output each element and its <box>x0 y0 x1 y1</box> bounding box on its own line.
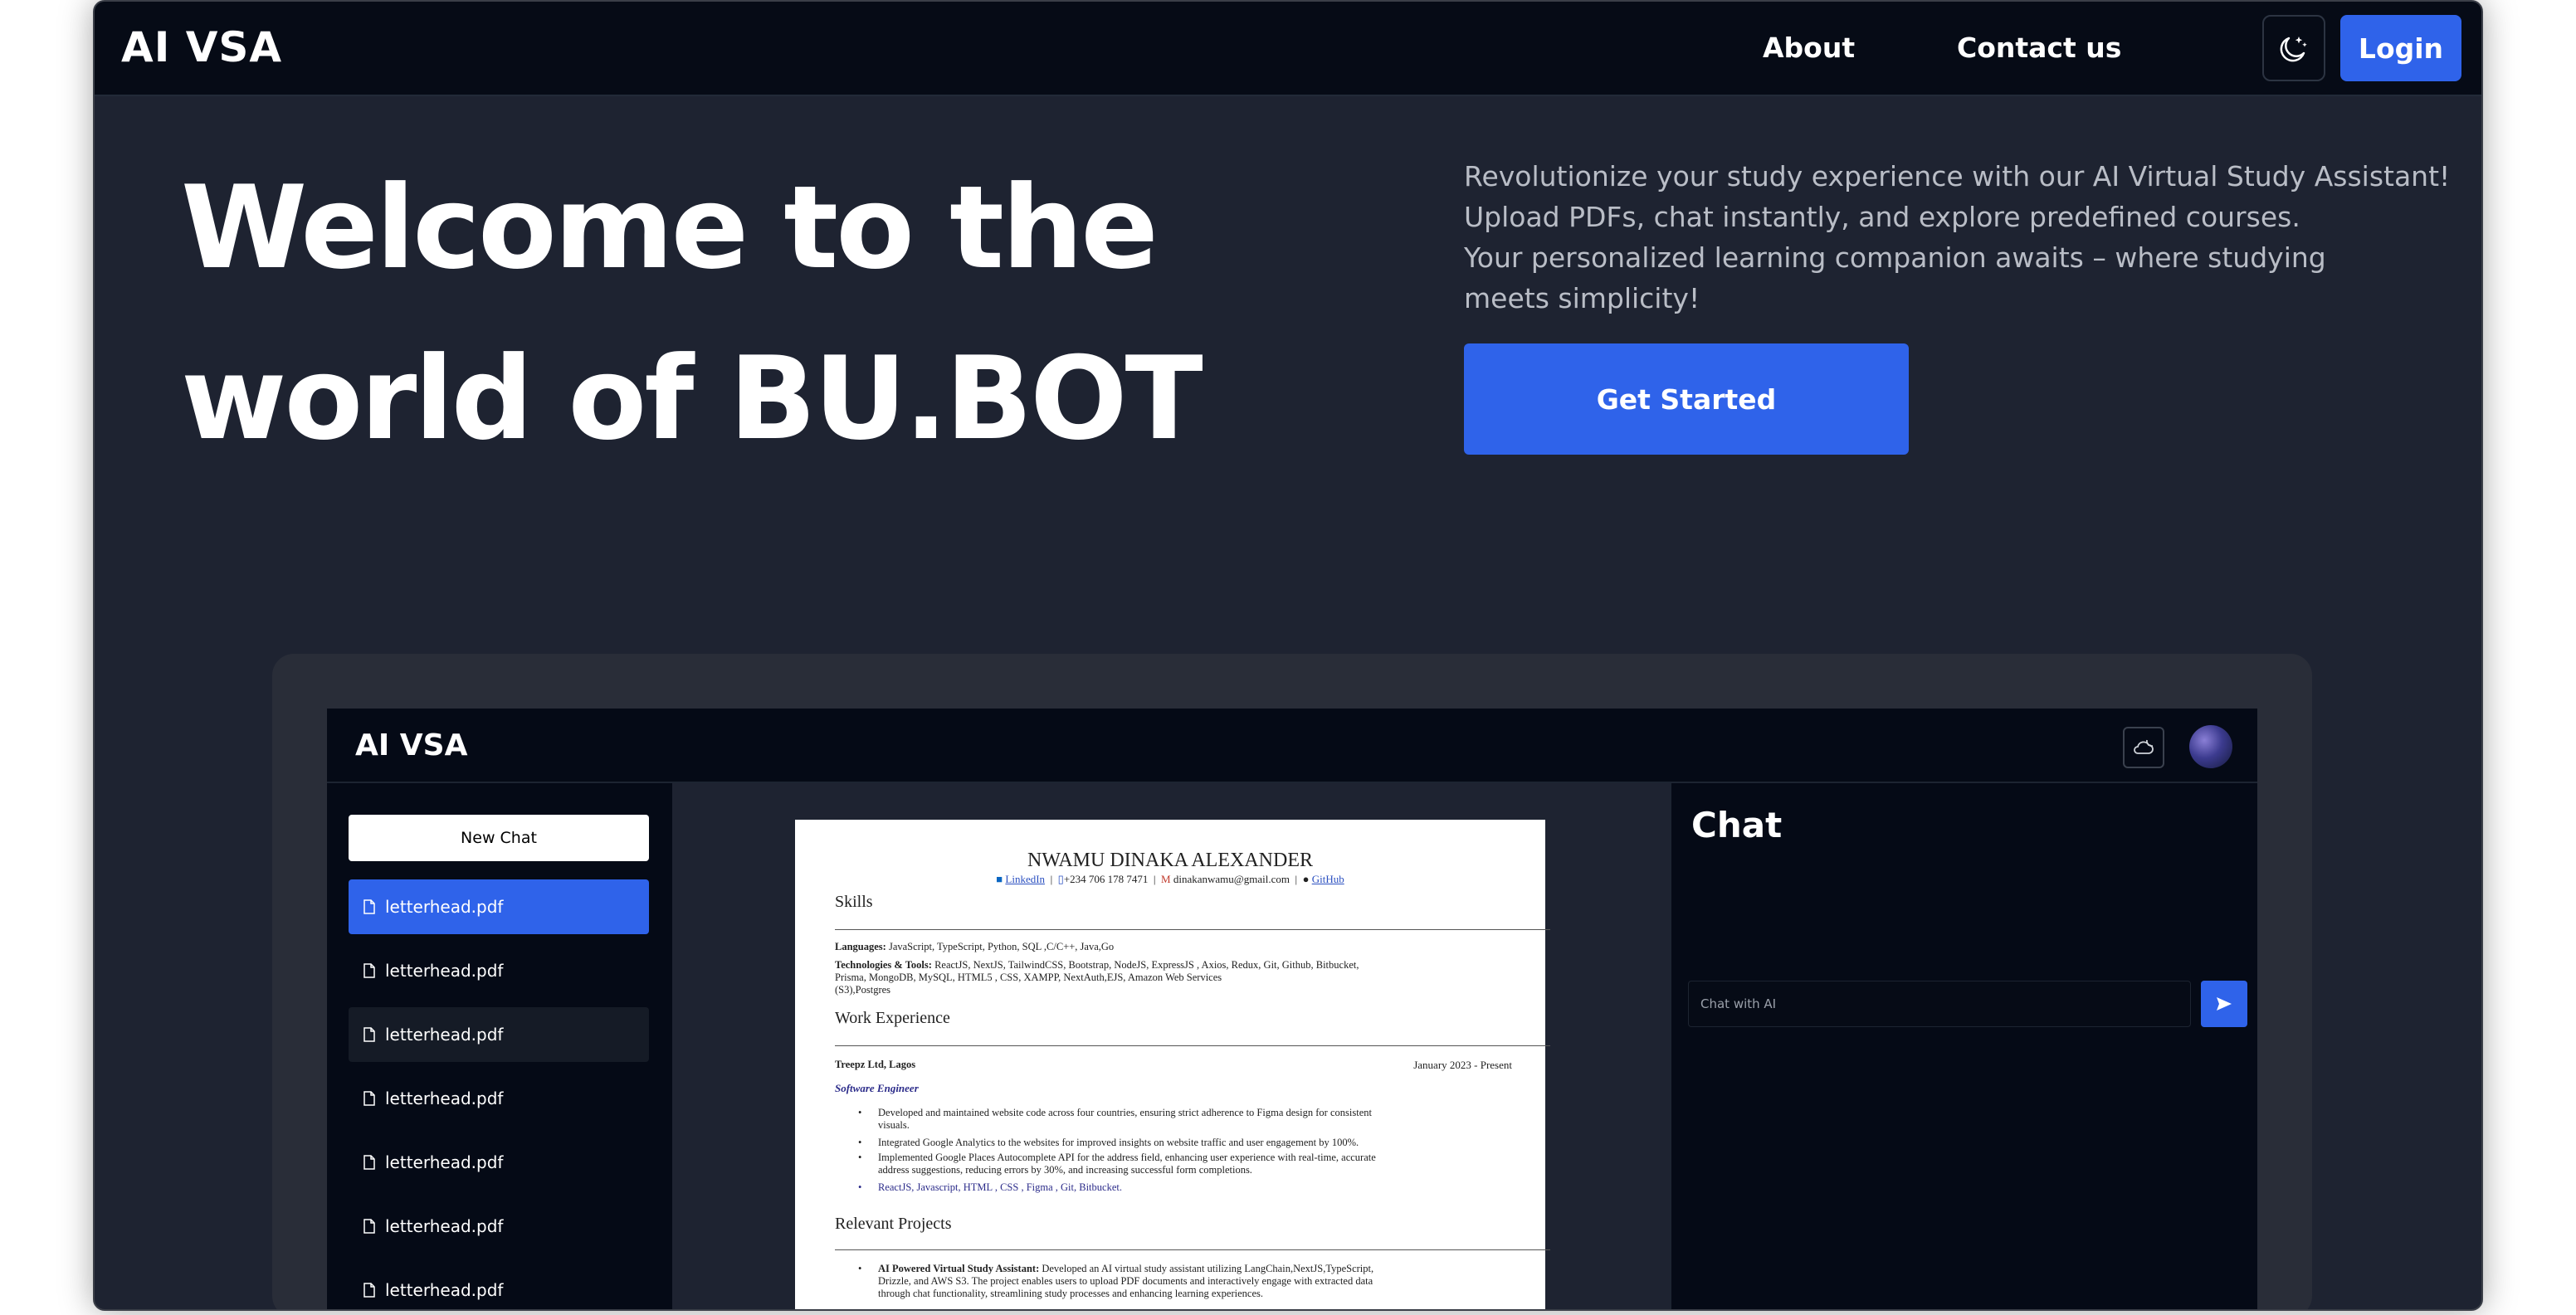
cloud-moon-icon <box>2134 739 2154 754</box>
send-button[interactable] <box>2201 981 2247 1027</box>
file-icon <box>363 963 375 978</box>
resume-role: Software Engineer <box>835 1082 919 1094</box>
hero-desc-line: Revolutionize your study experience with… <box>1464 160 2451 192</box>
file-icon <box>363 1091 375 1106</box>
browser-window: AI VSA About Contact us Login Welcome to… <box>93 0 2483 1311</box>
resume-email: dinakanwamu@gmail.com <box>1173 873 1290 885</box>
user-avatar[interactable] <box>2189 725 2232 768</box>
chat-sidebar: New Chat letterhead.pdf letterhead.pdf l… <box>327 783 672 1309</box>
linkedin-link[interactable]: LinkedIn <box>1005 873 1045 885</box>
resume-work-heading: Work Experience <box>835 1009 950 1027</box>
phone-icon: ▯ <box>1057 873 1064 885</box>
file-icon <box>363 1219 375 1234</box>
project-line: Drizzle, and AWS S3. The project enables… <box>878 1275 1373 1287</box>
bullet-text: Implemented Google Places Autocomplete A… <box>878 1152 1376 1163</box>
divider <box>835 929 1550 930</box>
nav-contact-link[interactable]: Contact us <box>1957 32 2121 64</box>
bullet-text: Developed and maintained website code ac… <box>878 1107 1372 1118</box>
bullet-text: visuals. <box>878 1119 910 1131</box>
app-header: AI VSA <box>327 709 2257 783</box>
resume-contact-line: ■ LinkedIn | ▯+234 706 178 7471 | M dina… <box>996 873 1344 885</box>
email-icon: M <box>1161 873 1171 885</box>
project-label: AI Powered Virtual Study Assistant: <box>878 1263 1040 1274</box>
resume-name: NWAMU DINAKA ALEXANDER <box>1027 850 1313 871</box>
top-navbar: AI VSA About Contact us Login <box>95 2 2481 96</box>
sidebar-file-item[interactable]: letterhead.pdf <box>349 943 649 998</box>
tech-line: ReactJS, NextJS, TailwindCSS, Bootstrap,… <box>934 959 1359 971</box>
divider <box>835 1045 1550 1046</box>
chat-panel: Chat Chat with AI <box>1670 783 2257 1309</box>
pdf-viewer[interactable]: NWAMU DINAKA ALEXANDER ■ LinkedIn | ▯+23… <box>672 783 1670 1309</box>
hero-desc-line: Your personalized learning companion awa… <box>1464 241 2326 274</box>
nav-about-link[interactable]: About <box>1763 32 1855 64</box>
sidebar-file-item[interactable]: letterhead.pdf <box>349 879 649 934</box>
app-preview: AI VSA New Chat letterhead.pdf letterhea… <box>327 709 2257 1309</box>
resume-dates: January 2023 - Present <box>1413 1059 1512 1071</box>
file-label: letterhead.pdf <box>385 1089 504 1108</box>
project-line: Developed an AI virtual study assistant … <box>1042 1263 1374 1274</box>
hero-title: Welcome to the world of BU.BOT <box>181 143 1260 485</box>
tech-line: (S3),Postgres <box>835 984 891 996</box>
resume-bullet: Implemented Google Places Autocomplete A… <box>858 1152 1525 1176</box>
languages-value: JavaScript, TypeScript, Python, SQL ,C/C… <box>888 941 1115 952</box>
resume-bullet: ReactJS, Javascript, HTML , CSS , Figma … <box>858 1181 1525 1194</box>
sidebar-file-item[interactable]: letterhead.pdf <box>349 1263 649 1309</box>
linkedin-icon: ■ <box>996 873 1003 885</box>
bullet-text: address suggestions, reducing errors by … <box>878 1164 1252 1176</box>
resume-technologies: Technologies & Tools: ReactJS, NextJS, T… <box>835 959 1524 996</box>
file-label: letterhead.pdf <box>385 897 504 917</box>
resume-skills-heading: Skills <box>835 893 873 911</box>
login-button[interactable]: Login <box>2340 15 2461 81</box>
app-preview-frame: AI VSA New Chat letterhead.pdf letterhea… <box>272 654 2312 1309</box>
file-label: letterhead.pdf <box>385 1025 504 1045</box>
github-icon: ● <box>1302 873 1310 885</box>
resume-bullet: Integrated Google Analytics to the websi… <box>858 1137 1525 1149</box>
tech-label: Technologies & Tools: <box>835 959 932 971</box>
file-icon <box>363 1155 375 1170</box>
project-line: through chat functionality, streamlining… <box>878 1288 1263 1299</box>
hero-desc-line: meets simplicity! <box>1464 282 1700 314</box>
hero-desc-line: Upload PDFs, chat instantly, and explore… <box>1464 201 2300 233</box>
resume-bullet: Developed and maintained website code ac… <box>858 1107 1525 1132</box>
file-icon <box>363 1027 375 1042</box>
file-label: letterhead.pdf <box>385 961 504 981</box>
sidebar-file-item[interactable]: letterhead.pdf <box>349 1135 649 1190</box>
hero-title-line-1: Welcome to the <box>181 161 1159 295</box>
github-link[interactable]: GitHub <box>1312 873 1344 885</box>
resume-languages: Languages: JavaScript, TypeScript, Pytho… <box>835 941 1524 953</box>
file-label: letterhead.pdf <box>385 1280 504 1300</box>
hero-title-line-2: world of BU.BOT <box>181 332 1203 465</box>
app-theme-toggle-button[interactable] <box>2123 727 2164 768</box>
chat-input[interactable]: Chat with AI <box>1688 981 2191 1027</box>
tech-line: Prisma, MongoDB, MySQL, HTML5 , CSS, XAM… <box>835 972 1222 983</box>
brand-logo[interactable]: AI VSA <box>121 23 282 71</box>
chat-title: Chat <box>1691 805 1783 845</box>
get-started-button[interactable]: Get Started <box>1464 343 1909 455</box>
theme-toggle-button[interactable] <box>2262 15 2325 81</box>
divider <box>835 1249 1550 1250</box>
file-label: letterhead.pdf <box>385 1216 504 1236</box>
new-chat-button[interactable]: New Chat <box>349 815 649 861</box>
sidebar-file-item[interactable]: letterhead.pdf <box>349 1071 649 1126</box>
file-icon <box>363 899 375 914</box>
languages-label: Languages: <box>835 941 886 952</box>
resume-project-bullet: AI Powered Virtual Study Assistant: Deve… <box>858 1263 1542 1300</box>
app-brand-logo[interactable]: AI VSA <box>355 728 467 762</box>
pdf-page: NWAMU DINAKA ALEXANDER ■ LinkedIn | ▯+23… <box>795 820 1550 1309</box>
file-icon <box>363 1283 375 1298</box>
resume-phone: +234 706 178 7471 <box>1063 873 1149 885</box>
resume-projects-heading: Relevant Projects <box>835 1215 952 1233</box>
send-icon <box>2217 997 2232 1011</box>
sidebar-file-item[interactable]: letterhead.pdf <box>349 1199 649 1254</box>
file-label: letterhead.pdf <box>385 1152 504 1172</box>
sidebar-file-item[interactable]: letterhead.pdf <box>349 1007 649 1062</box>
hero-description: Revolutionize your study experience with… <box>1464 156 2451 319</box>
moon-stars-icon <box>2280 37 2307 62</box>
